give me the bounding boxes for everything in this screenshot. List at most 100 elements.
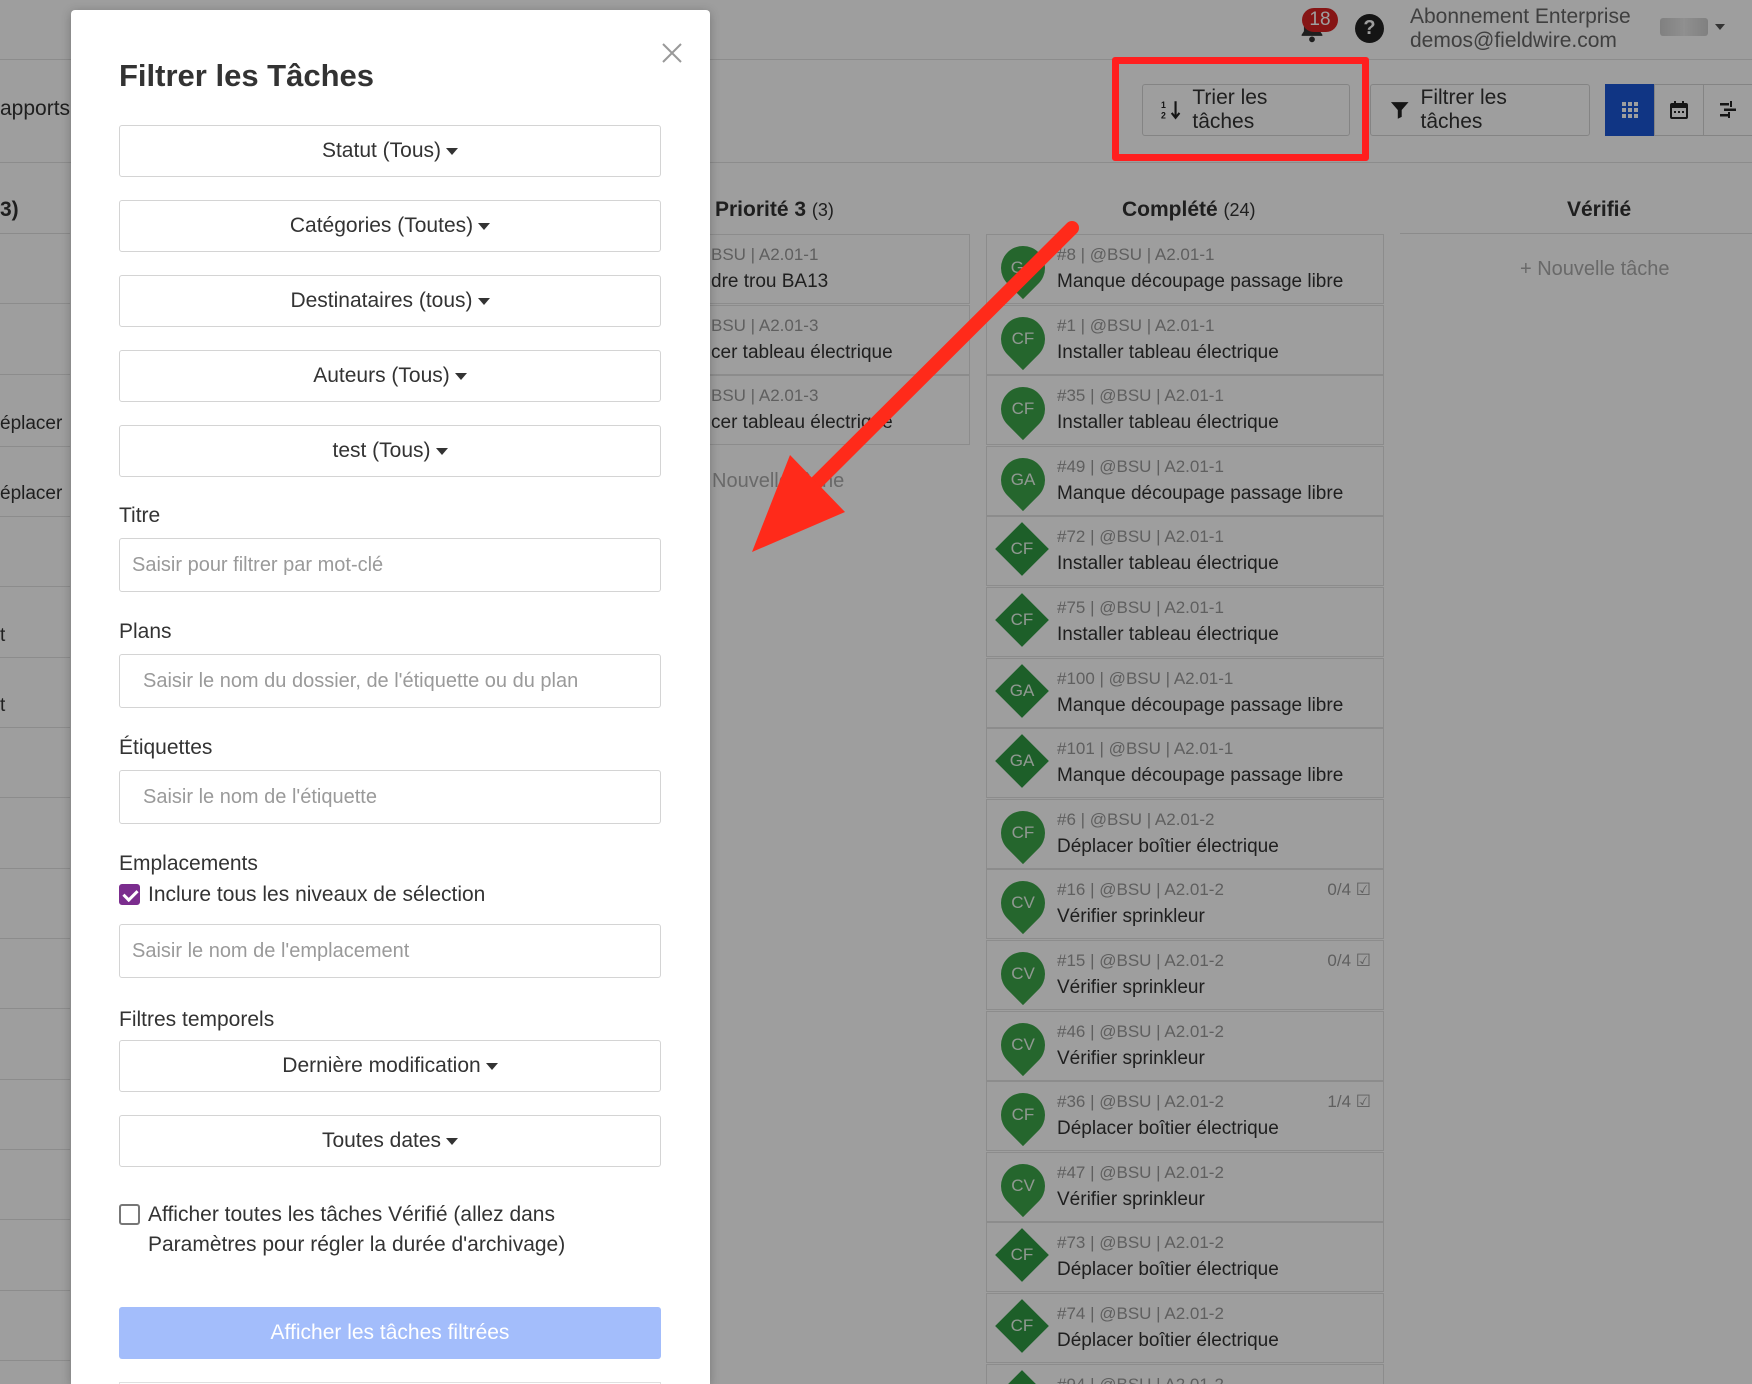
task-card[interactable]: CF #35 | @BSU | A2.01-1 Installer tableau … bbox=[986, 375, 1384, 446]
left-card-text[interactable]: t bbox=[0, 695, 5, 717]
filter-tasks-button[interactable]: Filtrer les tâches bbox=[1370, 84, 1590, 136]
task-card[interactable]: GA #101 | @BSU | A2.01-1 Manque découpage … bbox=[986, 728, 1384, 799]
task-diamond-marker-icon: CF bbox=[995, 1228, 1049, 1283]
row-divider bbox=[0, 938, 70, 939]
filter-tasks-label: Filtrer les tâches bbox=[1420, 86, 1507, 133]
task-meta: #75 | @BSU | A2.01-1 bbox=[1057, 598, 1224, 617]
assignee-initials: CF bbox=[1011, 328, 1035, 348]
task-card[interactable]: CF #72 | @BSU | A2.01-1 Installer tableau … bbox=[986, 516, 1384, 587]
task-title: Installer tableau électrique bbox=[1057, 553, 1279, 575]
apply-filters-button[interactable]: Afficher les tâches filtrées bbox=[119, 1307, 661, 1359]
task-meta: #16 | @BSU | A2.01-2 bbox=[1057, 880, 1224, 900]
task-card[interactable]: CV #16 | @BSU | A2.01-2 Vérifier sprinkleu… bbox=[986, 869, 1384, 940]
task-meta: #47 | @BSU | A2.01-2 bbox=[1057, 1162, 1224, 1182]
location-search-input[interactable] bbox=[119, 924, 661, 978]
task-card[interactable]: GA #8 | @BSU | A2.01-1 Manque découpage pa… bbox=[986, 234, 1384, 304]
column-header-priority-3: Priorité 3 (3) bbox=[715, 198, 834, 222]
caret-down-icon bbox=[478, 222, 491, 230]
task-card[interactable]: CV #46 | @BSU | A2.01-2 Vérifier sprinkleu… bbox=[986, 1010, 1384, 1081]
help-icon[interactable]: ? bbox=[1355, 14, 1384, 43]
task-card[interactable]: CF #6 | @BSU | A2.01-2 Déplacer boîtier él… bbox=[986, 798, 1384, 869]
close-icon[interactable] bbox=[657, 38, 687, 68]
grid-view-button[interactable] bbox=[1605, 84, 1655, 136]
dropdown-label: Auteurs (Tous) bbox=[313, 364, 450, 387]
checklist-progress: 0/4 ☑ bbox=[1327, 880, 1371, 900]
avatar[interactable] bbox=[1660, 18, 1708, 36]
grid-view-icon bbox=[1622, 102, 1638, 118]
checklist-progress: 0/4 ☑ bbox=[1327, 951, 1371, 970]
account-email: demos@fieldwire.com bbox=[1410, 29, 1617, 52]
new-task-button-priority-3[interactable]: Nouvelle tâche bbox=[712, 470, 844, 493]
authors-dropdown[interactable]: Auteurs (Tous) bbox=[119, 350, 661, 402]
column-header-verified: Vérifié bbox=[1567, 198, 1632, 221]
task-card[interactable]: GA #49 | @BSU | A2.01-1 Manque découpage p… bbox=[986, 445, 1384, 516]
column-title: Complété bbox=[1122, 198, 1218, 221]
task-pin-marker-icon: CF bbox=[991, 801, 1055, 864]
column-header-left: 3) bbox=[0, 198, 19, 221]
task-card[interactable]: CF #75 | @BSU | A2.01-1 Installer tableau … bbox=[986, 587, 1384, 657]
task-card[interactable]: GA #100 | @BSU | A2.01-1 Manque découpage … bbox=[986, 657, 1384, 728]
show-verified-checkbox[interactable] bbox=[119, 1204, 140, 1225]
task-meta: #8 | @BSU | A2.01-1 bbox=[1057, 245, 1215, 264]
task-title: Vérifier sprinkleur bbox=[1057, 1188, 1205, 1210]
account-chevron-down-icon[interactable] bbox=[1715, 24, 1725, 30]
include-levels-checkbox[interactable] bbox=[119, 884, 140, 905]
column-divider bbox=[1400, 233, 1752, 234]
column-divider bbox=[0, 233, 70, 234]
title-keyword-input[interactable] bbox=[119, 538, 661, 592]
gantt-view-icon bbox=[1720, 101, 1736, 118]
task-title: Vérifier sprinkleur bbox=[1057, 977, 1205, 998]
assignees-dropdown[interactable]: Destinataires (tous) bbox=[119, 275, 661, 327]
task-title: Manque découpage passage libre bbox=[1057, 271, 1344, 292]
task-card[interactable]: CF #74 | @BSU | A2.01-2 Déplacer boîtier é… bbox=[986, 1293, 1384, 1363]
assignee-initials: CF bbox=[1011, 822, 1035, 842]
assignee-initials: CF bbox=[1011, 399, 1035, 419]
tags-search-input[interactable] bbox=[119, 770, 661, 824]
task-pin-marker-icon: GA bbox=[991, 236, 1055, 300]
task-card[interactable]: BSU | A2.01-1 dre trou BA13 bbox=[700, 234, 970, 304]
tab-rapports[interactable]: apports bbox=[0, 97, 70, 121]
dropdown-label: Dernière modification bbox=[282, 1054, 481, 1077]
row-divider bbox=[0, 1219, 70, 1220]
new-task-button-verified[interactable]: + Nouvelle tâche bbox=[1520, 258, 1670, 281]
left-card-text[interactable]: éplacer bbox=[0, 413, 62, 435]
plans-search-input[interactable] bbox=[119, 654, 661, 708]
column-title: Priorité 3 bbox=[715, 198, 807, 221]
assignee-initials: CV bbox=[1011, 893, 1035, 913]
task-card[interactable]: BSU | A2.01-3 cer tableau électrique bbox=[700, 375, 970, 445]
task-pin-marker-icon: CV bbox=[991, 1013, 1055, 1076]
task-card[interactable]: CF #1 | @BSU | A2.01-1 Installer tableau é… bbox=[986, 304, 1384, 375]
date-range-dropdown[interactable]: Toutes dates bbox=[119, 1115, 661, 1167]
row-divider bbox=[0, 797, 70, 798]
task-title: cer tableau électrique bbox=[711, 412, 893, 433]
task-diamond-marker-icon: GA bbox=[995, 663, 1049, 718]
left-card-text[interactable]: éplacer bbox=[0, 483, 62, 505]
left-card-text[interactable]: t bbox=[0, 625, 5, 647]
last-modified-dropdown[interactable]: Dernière modification bbox=[119, 1040, 661, 1092]
task-card[interactable]: CF #36 | @BSU | A2.01-2 Déplacer boîtier é… bbox=[986, 1081, 1384, 1152]
task-card[interactable]: #94 | @BSU | A2.01-2 bbox=[986, 1363, 1384, 1384]
account-info[interactable]: Abonnement Enterprise demos@fieldwire.co… bbox=[1410, 5, 1631, 53]
status-dropdown[interactable]: Statut (Tous) bbox=[119, 125, 661, 177]
show-verified-option[interactable]: Afficher toutes les tâches Vérifié (alle… bbox=[119, 1200, 659, 1260]
gantt-view-button[interactable] bbox=[1703, 84, 1752, 136]
row-divider bbox=[0, 1360, 70, 1361]
categories-dropdown[interactable]: Catégories (Toutes) bbox=[119, 200, 661, 252]
row-divider bbox=[0, 868, 70, 869]
task-card[interactable]: BSU | A2.01-3 cer tableau électrique bbox=[700, 304, 970, 375]
task-pin-marker-icon: CV bbox=[991, 1154, 1055, 1217]
task-title: Installer tableau électrique bbox=[1057, 624, 1279, 645]
task-pin-marker-icon: CV bbox=[991, 942, 1055, 1006]
include-levels-option[interactable]: Inclure tous les niveaux de sélection bbox=[119, 880, 485, 910]
task-card[interactable]: CV #15 | @BSU | A2.01-2 Vérifier sprinkleu… bbox=[986, 940, 1384, 1010]
row-divider bbox=[0, 727, 70, 728]
task-title: cer tableau électrique bbox=[711, 341, 893, 363]
assignee-initials: GA bbox=[1010, 258, 1036, 277]
test-custom-field-dropdown[interactable]: test (Tous) bbox=[119, 425, 661, 477]
task-card[interactable]: CF #73 | @BSU | A2.01-2 Déplacer boîtier é… bbox=[986, 1222, 1384, 1293]
task-card[interactable]: CV #47 | @BSU | A2.01-2 Vérifier sprinkleu… bbox=[986, 1151, 1384, 1222]
calendar-view-button[interactable] bbox=[1654, 84, 1704, 136]
dropdown-label: Destinataires (tous) bbox=[290, 289, 473, 312]
task-meta: BSU | A2.01-3 bbox=[711, 315, 819, 335]
assignee-initials: CF bbox=[1010, 539, 1034, 559]
